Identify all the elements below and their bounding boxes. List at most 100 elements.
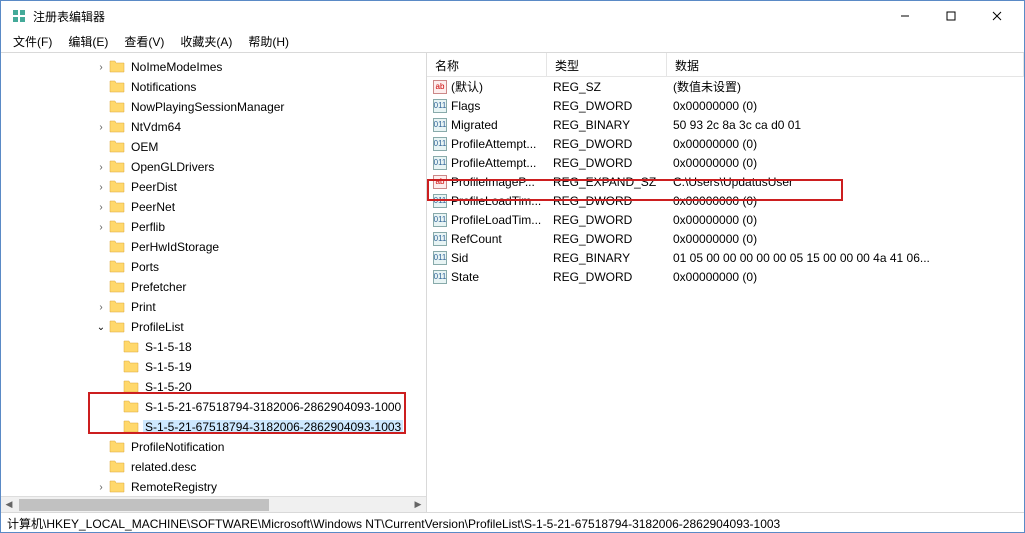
tree-node-label: ProfileNotification [129, 440, 226, 454]
value-data: 50 93 2c 8a 3c ca d0 01 [667, 118, 1024, 132]
scroll-track[interactable] [17, 497, 410, 513]
tree-node[interactable]: ›Print [1, 297, 424, 317]
folder-icon [109, 439, 129, 456]
folder-icon [123, 399, 143, 416]
tree-node-label: OpenGLDrivers [129, 160, 216, 174]
tree-node[interactable]: ›S-1-5-19 [1, 357, 424, 377]
chevron-down-icon[interactable]: ⌄ [93, 322, 109, 333]
value-type: REG_DWORD [547, 156, 667, 170]
tree-node[interactable]: ⌄ProfileList [1, 317, 424, 337]
tree-node[interactable]: ›S-1-5-18 [1, 337, 424, 357]
titlebar[interactable]: 注册表编辑器 [1, 1, 1024, 31]
value-row[interactable]: 011 Sid REG_BINARY01 05 00 00 00 00 00 05 … [427, 248, 1024, 267]
binary-icon: 011 [433, 232, 447, 246]
horizontal-scrollbar[interactable]: ◀ ▶ [1, 496, 426, 512]
value-data: 0x00000000 (0) [667, 213, 1024, 227]
tree-node-label: NoImeModeImes [129, 60, 224, 74]
value-type: REG_DWORD [547, 213, 667, 227]
value-name: ProfileLoadTim... [451, 194, 541, 208]
value-data: 01 05 00 00 00 00 00 05 15 00 00 00 4a 4… [667, 251, 1024, 265]
chevron-right-icon[interactable]: › [93, 182, 109, 193]
tree-node-label: S-1-5-20 [143, 380, 194, 394]
value-name: Sid [451, 251, 468, 265]
chevron-right-icon[interactable]: › [93, 62, 109, 73]
value-row[interactable]: 011ProfileLoadTim...REG_DWORD0x00000000 … [427, 210, 1024, 229]
value-row[interactable]: 011StateREG_DWORD0x00000000 (0) [427, 267, 1024, 286]
value-row[interactable]: 011RefCountREG_DWORD0x00000000 (0) [427, 229, 1024, 248]
folder-icon [109, 159, 129, 176]
tree-node-label: Ports [129, 260, 161, 274]
tree-node[interactable]: ›Notifications [1, 77, 424, 97]
chevron-right-icon[interactable]: › [93, 302, 109, 313]
tree-node-label: NowPlayingSessionManager [129, 100, 286, 114]
tree-node[interactable]: ›NowPlayingSessionManager [1, 97, 424, 117]
chevron-right-icon[interactable]: › [93, 202, 109, 213]
tree-node[interactable]: › NtVdm64 [1, 117, 424, 137]
menu-file[interactable]: 文件(F) [5, 31, 60, 52]
column-data[interactable]: 数据 [667, 53, 1024, 76]
value-data: 0x00000000 (0) [667, 156, 1024, 170]
value-name: RefCount [451, 232, 502, 246]
scroll-thumb[interactable] [19, 499, 269, 511]
tree-node[interactable]: ›S-1-5-20 [1, 377, 424, 397]
tree-node[interactable]: ›PerHwIdStorage [1, 237, 424, 257]
list-body[interactable]: ab(默认)REG_SZ(数值未设置)011FlagsREG_DWORD0x00… [427, 77, 1024, 512]
value-row[interactable]: 011ProfileAttempt...REG_DWORD0x00000000 … [427, 153, 1024, 172]
maximize-button[interactable] [928, 1, 974, 31]
tree-node-label: Notifications [129, 80, 198, 94]
folder-icon [123, 359, 143, 376]
tree-node-label: Perflib [129, 220, 167, 234]
tree-node[interactable]: ›OEM [1, 137, 424, 157]
value-type: REG_EXPAND_SZ [547, 175, 667, 189]
chevron-right-icon[interactable]: › [93, 122, 109, 133]
tree-node[interactable]: › NoImeModeImes [1, 57, 424, 77]
menu-edit[interactable]: 编辑(E) [60, 31, 116, 52]
value-type: REG_DWORD [547, 232, 667, 246]
folder-icon [109, 119, 129, 136]
tree-pane[interactable]: ›NoImeModeImes›Notifications›NowPlayingS… [1, 53, 427, 512]
value-row[interactable]: 011ProfileLoadTim...REG_DWORD0x00000000 … [427, 191, 1024, 210]
tree-node[interactable]: ›S-1-5-21-67518794-3182006-2862904093-10… [1, 417, 424, 437]
string-icon: ab [433, 80, 447, 94]
menu-favorites[interactable]: 收藏夹(A) [172, 31, 240, 52]
folder-icon [109, 319, 129, 336]
tree-node[interactable]: › OpenGLDrivers [1, 157, 424, 177]
folder-icon [109, 259, 129, 276]
value-row[interactable]: 011ProfileAttempt...REG_DWORD0x00000000 … [427, 134, 1024, 153]
value-type: REG_BINARY [547, 251, 667, 265]
tree-node-label: Prefetcher [129, 280, 188, 294]
menubar: 文件(F) 编辑(E) 查看(V) 收藏夹(A) 帮助(H) [1, 31, 1024, 53]
scroll-right-button[interactable]: ▶ [410, 497, 426, 513]
chevron-right-icon[interactable]: › [93, 222, 109, 233]
value-row[interactable]: abProfileImageP...REG_EXPAND_SZC:\Users\… [427, 172, 1024, 191]
folder-icon [109, 99, 129, 116]
tree-node[interactable]: ›PeerDist [1, 177, 424, 197]
chevron-right-icon[interactable]: › [93, 162, 109, 173]
close-button[interactable] [974, 1, 1020, 31]
tree-node-label: NtVdm64 [129, 120, 183, 134]
tree-node[interactable]: ›Prefetcher [1, 277, 424, 297]
tree-node[interactable]: ›Ports [1, 257, 424, 277]
column-name[interactable]: 名称 [427, 53, 547, 76]
column-type[interactable]: 类型 [547, 53, 667, 76]
menu-view[interactable]: 查看(V) [116, 31, 172, 52]
tree-node[interactable]: ›related.desc [1, 457, 424, 477]
tree-node[interactable]: ›RemoteRegistry [1, 477, 424, 497]
value-row[interactable]: 011FlagsREG_DWORD0x00000000 (0) [427, 96, 1024, 115]
scroll-left-button[interactable]: ◀ [1, 497, 17, 513]
tree-node[interactable]: ›S-1-5-21-67518794-3182006-2862904093-10… [1, 397, 424, 417]
value-name: Flags [451, 99, 480, 113]
binary-icon: 011 [433, 251, 447, 265]
app-icon [11, 8, 27, 24]
tree-node[interactable]: › Perflib [1, 217, 424, 237]
tree-node[interactable]: ›PeerNet [1, 197, 424, 217]
minimize-button[interactable] [882, 1, 928, 31]
list-pane: 名称 类型 数据 ab(默认)REG_SZ(数值未设置)011FlagsREG_… [427, 53, 1024, 512]
value-row[interactable]: 011MigratedREG_BINARY50 93 2c 8a 3c ca d… [427, 115, 1024, 134]
value-row[interactable]: ab(默认)REG_SZ(数值未设置) [427, 77, 1024, 96]
string-icon: ab [433, 175, 447, 189]
chevron-right-icon[interactable]: › [93, 482, 109, 493]
menu-help[interactable]: 帮助(H) [240, 31, 297, 52]
tree-node[interactable]: ›ProfileNotification [1, 437, 424, 457]
binary-icon: 011 [433, 270, 447, 284]
